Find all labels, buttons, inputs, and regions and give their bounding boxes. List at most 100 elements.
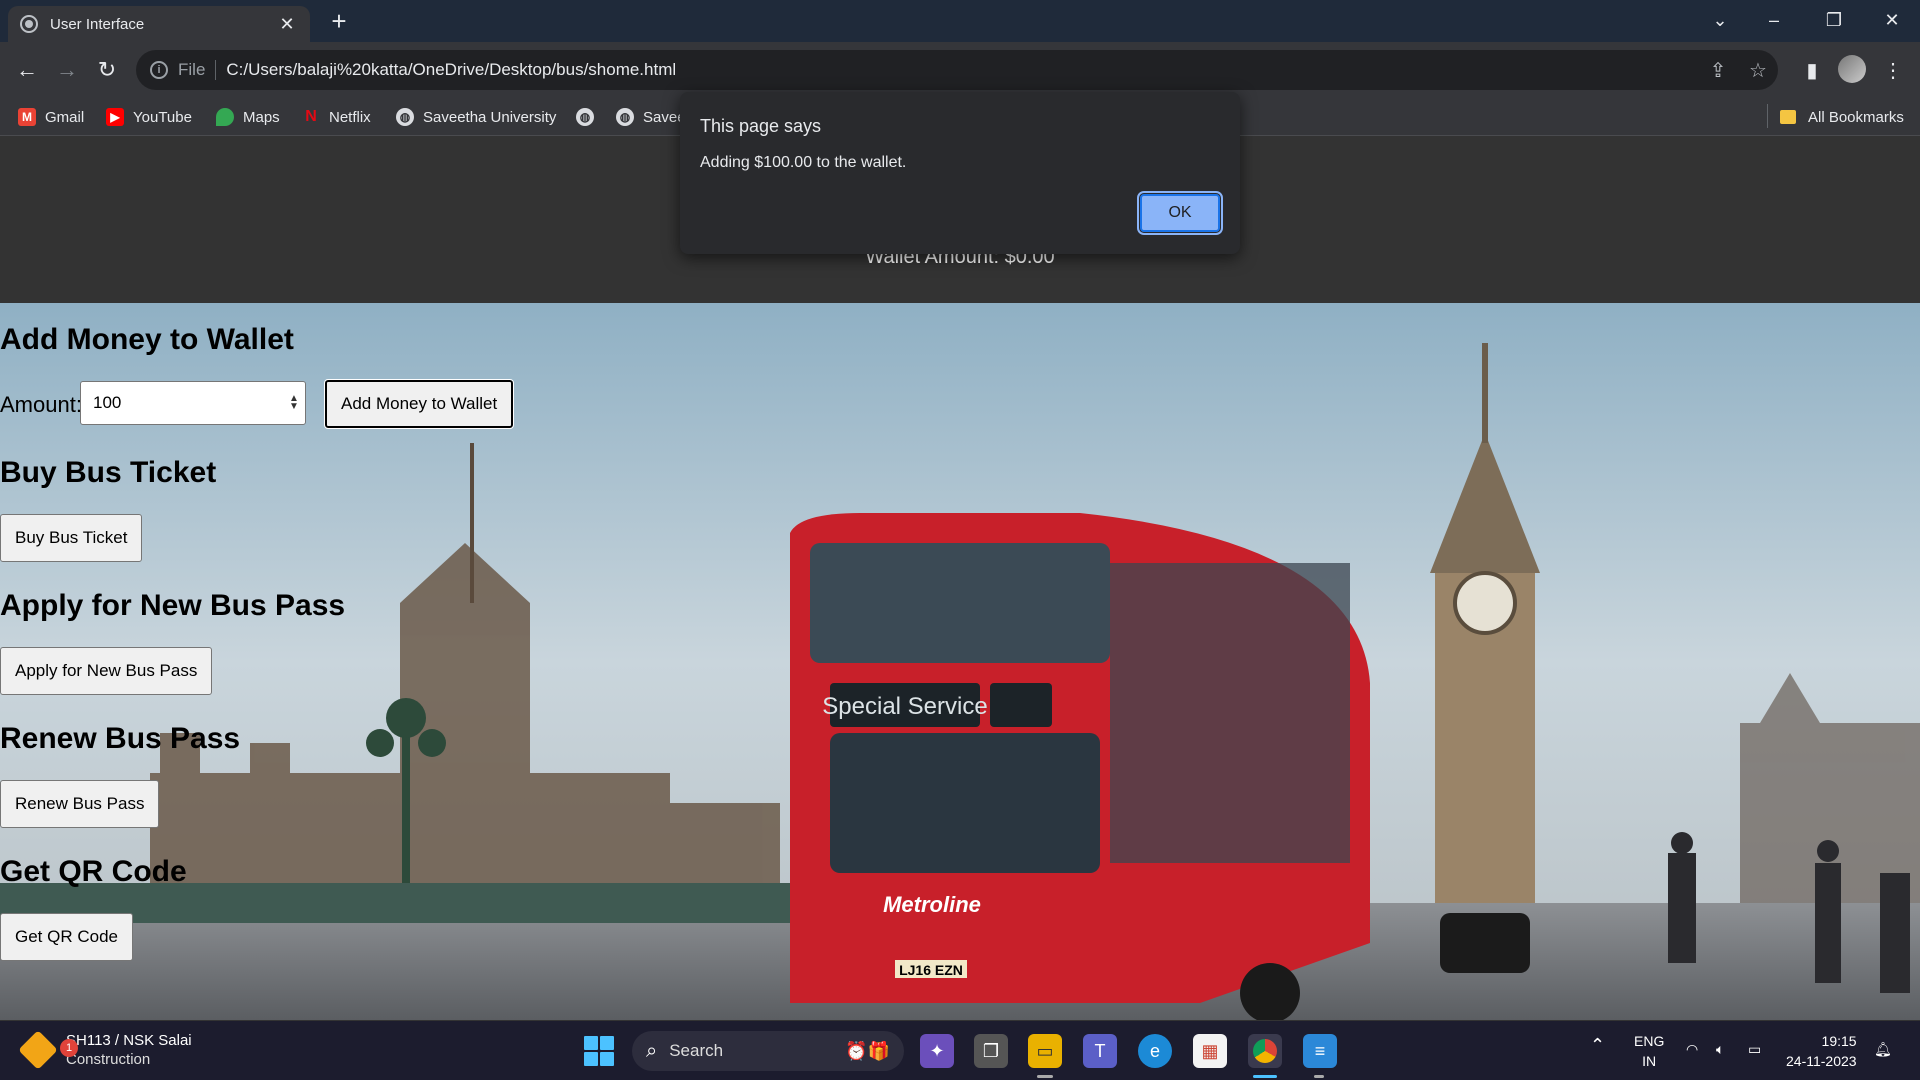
running-indicator <box>1037 1075 1053 1078</box>
running-indicator <box>1314 1075 1324 1078</box>
folder-icon <box>1780 110 1796 124</box>
weather-subtitle: Construction <box>66 1051 151 1068</box>
reload-button[interactable]: ↻ <box>91 54 123 86</box>
wifi-icon[interactable]: ◠ <box>1686 1039 1698 1059</box>
site-info-icon[interactable]: i <box>150 61 168 79</box>
weather-title: SH113 / NSK Salai <box>66 1032 192 1049</box>
bookmark-saveetha-university[interactable]: ◍ Saveetha University <box>396 106 556 128</box>
side-panel-icon[interactable]: ▮ <box>1797 56 1827 86</box>
bookmark-label: Maps <box>243 108 280 126</box>
amount-value: 100 <box>93 393 122 412</box>
globe-icon: ◍ <box>396 108 414 126</box>
back-button[interactable]: ← <box>11 54 43 86</box>
search-highlight-icon: ⏰🎁 <box>845 1040 890 1061</box>
bookmark-label: YouTube <box>133 108 192 126</box>
add-money-heading: Add Money to Wallet <box>0 323 294 356</box>
dialog-ok-button[interactable]: OK <box>1137 191 1223 235</box>
task-view-icon[interactable]: ❐ <box>974 1034 1008 1068</box>
qr-code-heading: Get QR Code <box>0 855 187 888</box>
bookmarks-divider <box>1767 104 1768 128</box>
number-spinner-icon[interactable]: ▲ ▼ <box>283 394 305 412</box>
windows-taskbar: 1 SH113 / NSK Salai Construction ⌕ Searc… <box>0 1020 1920 1080</box>
traffic-warning-icon <box>18 1030 58 1070</box>
tab-search-chevron-icon[interactable]: ⌄ <box>1692 0 1748 40</box>
bookmark-savee[interactable]: ◍ Savee <box>616 106 686 128</box>
renew-pass-heading: Renew Bus Pass <box>0 722 241 755</box>
bookmark-maps[interactable]: Maps <box>216 106 280 128</box>
page-favicon-icon <box>20 15 38 33</box>
bus-plate-label: LJ16 EZN <box>899 962 963 978</box>
restore-button[interactable]: ❐ <box>1806 0 1862 40</box>
bookmark-netflix[interactable]: N Netflix <box>302 106 371 128</box>
search-icon: ⌕ <box>646 1039 658 1062</box>
region-label: IN <box>1642 1053 1657 1069</box>
close-tab-icon[interactable]: ✕ <box>276 14 298 35</box>
amount-number-input[interactable]: 100 ▲ ▼ <box>80 381 306 425</box>
clock-date: 24-11-2023 <box>1786 1053 1857 1069</box>
all-bookmarks-label: All Bookmarks <box>1808 108 1904 126</box>
bookmark-label: Saveetha University <box>423 108 557 126</box>
gmail-icon: M <box>18 108 36 126</box>
notification-badge: 1 <box>60 1039 78 1057</box>
teams-icon[interactable]: T <box>1083 1034 1117 1068</box>
bookmark-unnamed[interactable]: ◍ <box>576 106 603 128</box>
globe-icon: ◍ <box>576 108 594 126</box>
language-indicator[interactable]: ENG IN <box>1634 1031 1664 1071</box>
copilot-app-icon[interactable]: ✦ <box>920 1034 954 1068</box>
show-hidden-icons-chevron-icon[interactable]: ⌃ <box>1590 1035 1605 1055</box>
browser-tab[interactable]: User Interface ✕ <box>8 6 310 42</box>
youtube-icon: ▶ <box>106 108 124 126</box>
forward-button[interactable]: → <box>51 54 83 86</box>
windows-start-icon[interactable] <box>584 1036 614 1066</box>
url-text[interactable]: C:/Users/balaji%20katta/OneDrive/Desktop… <box>226 60 1698 80</box>
buy-ticket-heading: Buy Bus Ticket <box>0 456 217 489</box>
search-placeholder: Search <box>669 1041 724 1060</box>
active-indicator <box>1253 1075 1277 1078</box>
battery-icon[interactable]: ▭ <box>1748 1039 1761 1059</box>
edge-icon[interactable]: e <box>1138 1034 1172 1068</box>
new-tab-button[interactable]: + <box>324 6 354 36</box>
notification-bell-icon[interactable]: 🔔︎ <box>1874 1039 1892 1059</box>
get-qr-code-button[interactable]: Get QR Code <box>0 913 133 961</box>
close-window-button[interactable]: ✕ <box>1864 0 1920 40</box>
weather-widget[interactable]: 1 SH113 / NSK Salai Construction <box>18 1030 192 1070</box>
url-scheme-label: File <box>178 60 217 80</box>
buy-bus-ticket-button[interactable]: Buy Bus Ticket <box>0 514 143 562</box>
bookmark-gmail[interactable]: M Gmail <box>18 106 84 128</box>
apply-new-bus-pass-button[interactable]: Apply for New Bus Pass <box>0 647 213 695</box>
taskbar-search-box[interactable]: ⌕ Search ⏰🎁 <box>632 1031 904 1071</box>
bookmark-star-icon[interactable]: ☆ <box>1738 58 1778 83</box>
alert-dialog: This page says Adding $100.00 to the wal… <box>680 92 1240 254</box>
clock[interactable]: 19:15 24-11-2023 <box>1786 1031 1857 1071</box>
share-icon[interactable]: ⇪ <box>1698 58 1738 83</box>
new-pass-heading: Apply for New Bus Pass <box>0 589 346 622</box>
bus-brand-label: Metroline <box>883 892 981 917</box>
profile-avatar[interactable] <box>1838 55 1866 83</box>
bookmark-label: Netflix <box>329 108 371 126</box>
volume-icon[interactable]: 🔈︎ <box>1716 1039 1724 1059</box>
clock-time: 19:15 <box>1821 1033 1857 1049</box>
bus-destination-sign: Special Service <box>822 693 987 720</box>
menu-kebab-icon[interactable]: ⋮ <box>1878 56 1908 86</box>
renew-bus-pass-button[interactable]: Renew Bus Pass <box>0 780 160 828</box>
page-viewport: Special Service Metroline LJ16 EZN Walle… <box>0 136 1920 1020</box>
bookmark-youtube[interactable]: ▶ YouTube <box>106 106 192 128</box>
globe-icon: ◍ <box>616 108 634 126</box>
notepad-icon[interactable]: ≡ <box>1303 1034 1337 1068</box>
maps-icon <box>216 108 234 126</box>
address-bar[interactable]: i File C:/Users/balaji%20katta/OneDrive/… <box>136 50 1778 90</box>
file-explorer-icon[interactable]: ▭ <box>1028 1034 1062 1068</box>
all-bookmarks-folder[interactable]: All Bookmarks <box>1780 106 1904 128</box>
amount-label: Amount: <box>0 392 82 417</box>
tab-title: User Interface <box>50 15 145 33</box>
add-money-button[interactable]: Add Money to Wallet <box>323 379 515 429</box>
netflix-icon: N <box>305 108 317 125</box>
minimize-button[interactable]: – <box>1746 0 1802 40</box>
bookmark-label: Gmail <box>45 108 85 126</box>
language-label: ENG <box>1634 1033 1665 1049</box>
chrome-icon[interactable] <box>1248 1034 1282 1068</box>
store-icon[interactable]: ▦ <box>1193 1034 1227 1068</box>
browser-toolbar: ← → ↻ i File C:/Users/balaji%20katta/One… <box>0 42 1920 98</box>
dialog-message: Adding $100.00 to the wallet. <box>700 154 907 171</box>
tab-strip: User Interface ✕ + ⌄ – ❐ ✕ <box>0 0 1920 42</box>
